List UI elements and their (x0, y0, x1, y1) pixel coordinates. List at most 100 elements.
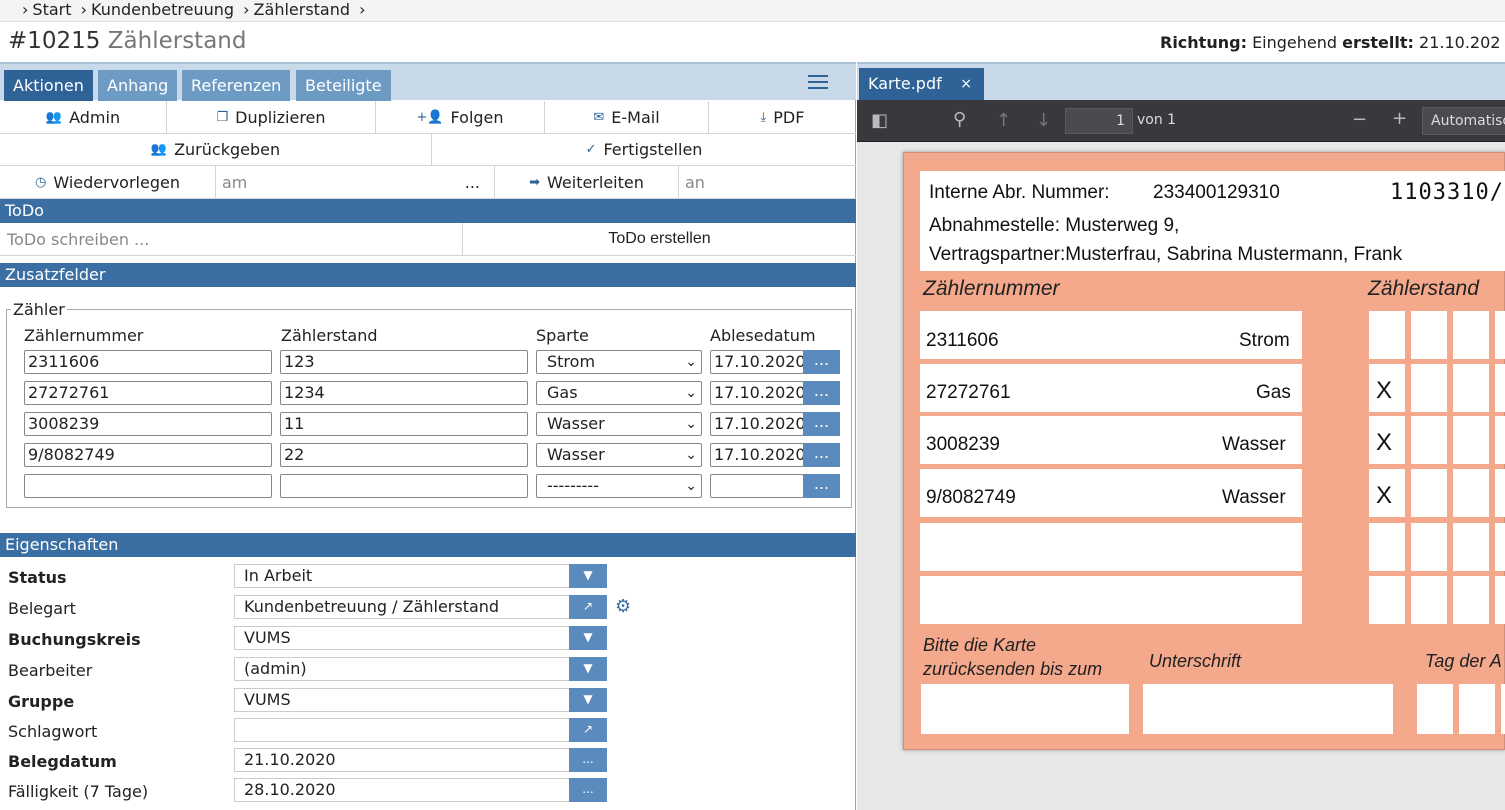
digit-box (1411, 416, 1447, 464)
card-mark: X (1376, 482, 1393, 509)
card-num: 27272761 (926, 382, 1011, 403)
faelligkeit-label: Fälligkeit (7 Tage) (8, 782, 149, 801)
zaehlerstand-input[interactable]: 22 (280, 443, 528, 467)
card-type: Wasser (1222, 487, 1286, 508)
tab-aktionen[interactable]: Aktionen (4, 70, 93, 101)
zaehlernummer-input[interactable] (24, 474, 272, 498)
users-icon: 👥 (150, 142, 168, 157)
date-picker-button[interactable]: ... (803, 474, 840, 498)
ablesedatum-input[interactable]: 17.10.2020 (710, 412, 804, 436)
fertigstellen-button[interactable]: ✓ Fertigstellen (432, 134, 856, 165)
property-row-faelligkeit: Fälligkeit (7 Tage) 28.10.2020 ... (0, 776, 856, 806)
email-button[interactable]: ✉ E-Mail (545, 101, 709, 133)
tab-beteiligte[interactable]: Beteiligte (296, 70, 391, 101)
belegdatum-label: Belegdatum (8, 752, 117, 771)
faelligkeit-field[interactable]: 28.10.2020 (234, 778, 570, 802)
ablesedatum-input[interactable]: 17.10.2020 (710, 350, 804, 374)
close-icon[interactable]: × (960, 68, 972, 100)
todo-create-button[interactable]: ToDo erstellen (463, 223, 856, 255)
header-meta: Richtung: Eingehend erstellt: 21.10.202 (1160, 33, 1500, 52)
belegdatum-field[interactable]: 21.10.2020 (234, 748, 570, 772)
arrow-up-icon[interactable]: ↑ (996, 110, 1011, 131)
zaehlernummer-input[interactable]: 2311606 (24, 350, 272, 374)
schlagwort-field[interactable] (234, 718, 570, 742)
bearbeiter-field[interactable]: (admin) (234, 657, 570, 681)
date-digit-box (1501, 684, 1505, 734)
breadcrumb-start[interactable]: Start (32, 0, 71, 19)
date-picker-dots[interactable]: ... (465, 173, 480, 192)
col-zaehlerstand: Zählerstand (281, 326, 378, 345)
sparte-select[interactable]: Wasser ⌄ (536, 412, 702, 436)
card-type: Gas (1256, 382, 1291, 403)
arrow-down-icon[interactable]: ↓ (1036, 110, 1051, 131)
buchungskreis-dropdown-button[interactable]: ▼ (569, 626, 607, 650)
breadcrumb-kundenbetreuung[interactable]: Kundenbetreuung (91, 0, 234, 19)
ticket-number: #10215 (8, 28, 101, 54)
date-picker-button[interactable]: ... (803, 443, 840, 467)
todo-input[interactable]: ToDo schreiben ... (0, 223, 463, 255)
date-picker-button[interactable]: ... (803, 381, 840, 405)
ablesedatum-input[interactable]: 17.10.2020 (710, 443, 804, 467)
card-code: 1103310/ (1390, 180, 1504, 205)
pdf-button[interactable]: ⤓ PDF (709, 101, 856, 133)
buchungskreis-label: Buchungskreis (8, 630, 141, 649)
bearbeiter-dropdown-button[interactable]: ▼ (569, 657, 607, 681)
ablesedatum-input[interactable]: 17.10.2020 (710, 381, 804, 405)
zaehlerstand-input[interactable]: 123 (280, 350, 528, 374)
zaehlernummer-input[interactable]: 27272761 (24, 381, 272, 405)
digit-box (1453, 576, 1489, 624)
sparte-select[interactable]: Gas ⌄ (536, 381, 702, 405)
sparte-select[interactable]: --------- ⌄ (536, 474, 702, 498)
zoom-select[interactable]: Automatisch (1422, 107, 1505, 135)
status-field[interactable]: In Arbeit (234, 564, 570, 588)
hamburger-menu-icon[interactable] (808, 75, 828, 91)
folgen-button[interactable]: +👤 Folgen (376, 101, 545, 133)
digit-box (1453, 364, 1489, 412)
action-row-1: 👥 Admin ❐ Duplizieren +👤 Folgen ✉ E-Mail ⤓ PD… (0, 101, 856, 134)
gruppe-field[interactable]: VUMS (234, 688, 570, 712)
sparte-select[interactable]: Wasser ⌄ (536, 443, 702, 467)
tab-anhang[interactable]: Anhang (98, 70, 178, 101)
date-picker-button[interactable]: ... (803, 412, 840, 436)
belegart-open-button[interactable]: ↗ (569, 595, 607, 619)
digit-box (1495, 523, 1505, 571)
sparte-select[interactable]: Strom ⌄ (536, 350, 702, 374)
digit-box (1411, 469, 1447, 517)
page-number-input[interactable]: 1 (1065, 108, 1133, 134)
weiterleiten-button[interactable]: ➡ Weiterleiten (495, 166, 679, 198)
digit-box (1453, 523, 1489, 571)
faelligkeit-picker-button[interactable]: ... (569, 778, 607, 802)
zurueckgeben-button[interactable]: 👥 Zurückgeben (0, 134, 432, 165)
zaehlerstand-input[interactable]: 1234 (280, 381, 528, 405)
sparte-value: Strom (547, 352, 596, 371)
tab-referenzen[interactable]: Referenzen (182, 70, 291, 101)
zoom-in-icon[interactable]: + (1392, 108, 1407, 129)
ablesedatum-input[interactable] (710, 474, 804, 498)
date-picker-button[interactable]: ... (803, 350, 840, 374)
gear-icon[interactable]: ⚙ (615, 596, 631, 617)
sparte-value: Wasser (547, 445, 605, 464)
gruppe-dropdown-button[interactable]: ▼ (569, 688, 607, 712)
zoom-out-icon[interactable]: − (1352, 109, 1367, 130)
wiedervorlage-date-input[interactable]: am... (216, 166, 495, 198)
zaehlernummer-input[interactable]: 3008239 (24, 412, 272, 436)
admin-button[interactable]: 👥 Admin (0, 101, 167, 133)
buchungskreis-field[interactable]: VUMS (234, 626, 570, 650)
status-dropdown-button[interactable]: ▼ (569, 564, 607, 588)
wiedervorlegen-button[interactable]: ◷ Wiedervorlegen (0, 166, 216, 198)
tab-karte-pdf[interactable]: Karte.pdf × (859, 68, 984, 100)
belegart-field[interactable]: Kundenbetreuung / Zählerstand (234, 595, 570, 619)
sidebar-toggle-icon[interactable]: ◧ (871, 110, 888, 131)
zaehlerstand-input[interactable]: 11 (280, 412, 528, 436)
zaehlernummer-input[interactable]: 9/8082749 (24, 443, 272, 467)
col-zaehlernummer: Zählernummer (24, 326, 144, 345)
search-icon[interactable]: ⚲ (953, 109, 966, 130)
belegdatum-picker-button[interactable]: ... (569, 748, 607, 772)
weiterleiten-target-input[interactable]: an (679, 166, 856, 198)
breadcrumb-zaehlerstand[interactable]: Zählerstand (254, 0, 350, 19)
zaehlerstand-input[interactable] (280, 474, 528, 498)
duplizieren-button[interactable]: ❐ Duplizieren (167, 101, 376, 133)
digit-box (1453, 311, 1489, 359)
richtung-label: Richtung: (1160, 33, 1247, 52)
schlagwort-open-button[interactable]: ↗ (569, 718, 607, 742)
